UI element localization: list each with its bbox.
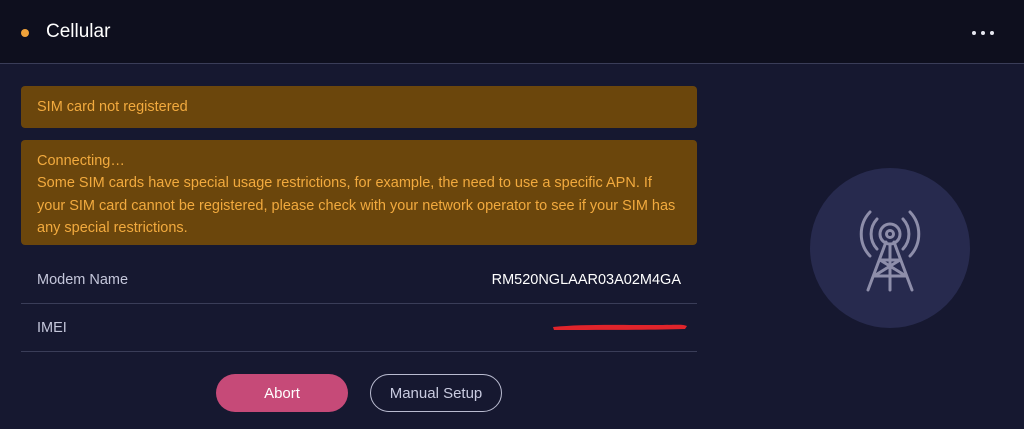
status-dot-icon [21, 29, 29, 37]
sim-status-text: SIM card not registered [37, 99, 188, 115]
connecting-alert: Connecting… Some SIM cards have special … [21, 140, 697, 245]
connecting-title: Connecting… [37, 153, 125, 169]
imei-redaction-mark [553, 324, 687, 330]
page-title: Cellular [46, 21, 111, 42]
tower-illustration [810, 168, 970, 328]
more-options-icon[interactable] [972, 30, 994, 36]
modem-name-row: Modem Name RM520NGLAAR03A02M4GA [21, 256, 697, 304]
cell-tower-icon [859, 210, 921, 292]
modem-name-value: RM520NGLAAR03A02M4GA [491, 272, 681, 288]
imei-label: IMEI [37, 320, 67, 336]
sim-status-alert: SIM card not registered [21, 86, 697, 128]
manual-setup-button[interactable]: Manual Setup [370, 374, 502, 412]
modem-name-label: Modem Name [37, 272, 129, 288]
abort-button[interactable]: Abort [216, 374, 348, 412]
connecting-message: Some SIM cards have special usage restri… [37, 175, 676, 237]
header-bar: Cellular [0, 0, 1024, 64]
